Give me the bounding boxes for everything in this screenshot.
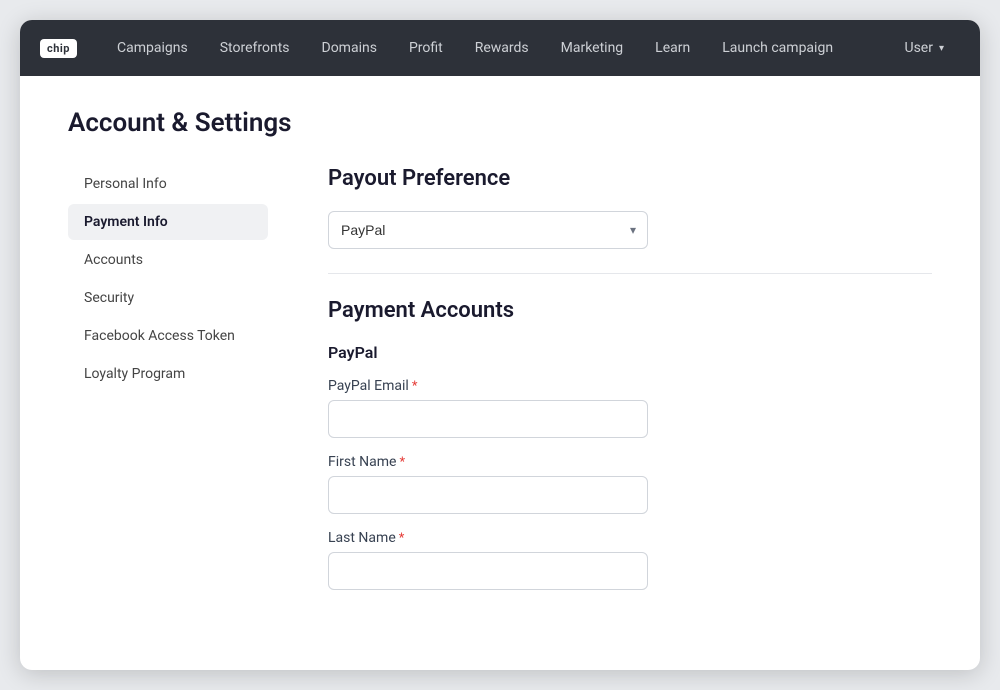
sidebar-item-accounts[interactable]: Accounts <box>68 242 268 278</box>
brand-logo[interactable]: chip <box>40 39 77 58</box>
payout-select[interactable]: PayPal Bank Transfer Check <box>328 211 648 249</box>
main-content: Account & Settings Personal Info Payment… <box>20 76 980 670</box>
last-name-required-star: * <box>399 531 405 546</box>
nav-item-domains[interactable]: Domains <box>306 20 393 76</box>
last-name-label: Last Name * <box>328 530 932 546</box>
sidebar-item-loyalty-program[interactable]: Loyalty Program <box>68 356 268 392</box>
first-name-required-star: * <box>399 455 405 470</box>
sidebar-item-facebook-access-token[interactable]: Facebook Access Token <box>68 318 268 354</box>
payment-accounts-title: Payment Accounts <box>328 298 932 323</box>
payout-preference-title: Payout Preference <box>328 166 932 191</box>
paypal-email-input[interactable] <box>328 400 648 438</box>
user-menu-chevron-icon: ▾ <box>939 43 944 54</box>
paypal-email-required-star: * <box>412 379 418 394</box>
sidebar-item-payment-info[interactable]: Payment Info <box>68 204 268 240</box>
first-name-input[interactable] <box>328 476 648 514</box>
chip-logo-text: chip <box>40 39 77 58</box>
nav-item-marketing[interactable]: Marketing <box>545 20 640 76</box>
navbar-nav: Campaigns Storefronts Domains Profit Rew… <box>101 20 960 76</box>
section-divider <box>328 273 932 274</box>
content-body: Personal Info Payment Info Accounts Secu… <box>68 166 932 606</box>
nav-item-campaigns[interactable]: Campaigns <box>101 20 204 76</box>
nav-item-user[interactable]: User ▾ <box>888 20 960 76</box>
first-name-group: First Name * <box>328 454 932 514</box>
app-window: chip Campaigns Storefronts Domains Profi… <box>20 20 980 670</box>
nav-item-rewards[interactable]: Rewards <box>459 20 545 76</box>
payout-select-wrapper: PayPal Bank Transfer Check ▾ <box>328 211 648 249</box>
paypal-email-group: PayPal Email * <box>328 378 932 438</box>
sidebar-item-personal-info[interactable]: Personal Info <box>68 166 268 202</box>
page-title: Account & Settings <box>68 108 932 138</box>
paypal-email-label: PayPal Email * <box>328 378 932 394</box>
first-name-label: First Name * <box>328 454 932 470</box>
last-name-input[interactable] <box>328 552 648 590</box>
nav-item-storefronts[interactable]: Storefronts <box>204 20 306 76</box>
nav-item-learn[interactable]: Learn <box>639 20 706 76</box>
last-name-group: Last Name * <box>328 530 932 590</box>
sidebar-item-security[interactable]: Security <box>68 280 268 316</box>
right-panel: Payout Preference PayPal Bank Transfer C… <box>268 166 932 606</box>
nav-item-profit[interactable]: Profit <box>393 20 459 76</box>
content-wrapper: Account & Settings Personal Info Payment… <box>68 108 932 638</box>
navbar: chip Campaigns Storefronts Domains Profi… <box>20 20 980 76</box>
paypal-subsection-title: PayPal <box>328 343 932 362</box>
sidebar: Personal Info Payment Info Accounts Secu… <box>68 166 268 606</box>
nav-item-launch-campaign[interactable]: Launch campaign <box>706 20 849 76</box>
